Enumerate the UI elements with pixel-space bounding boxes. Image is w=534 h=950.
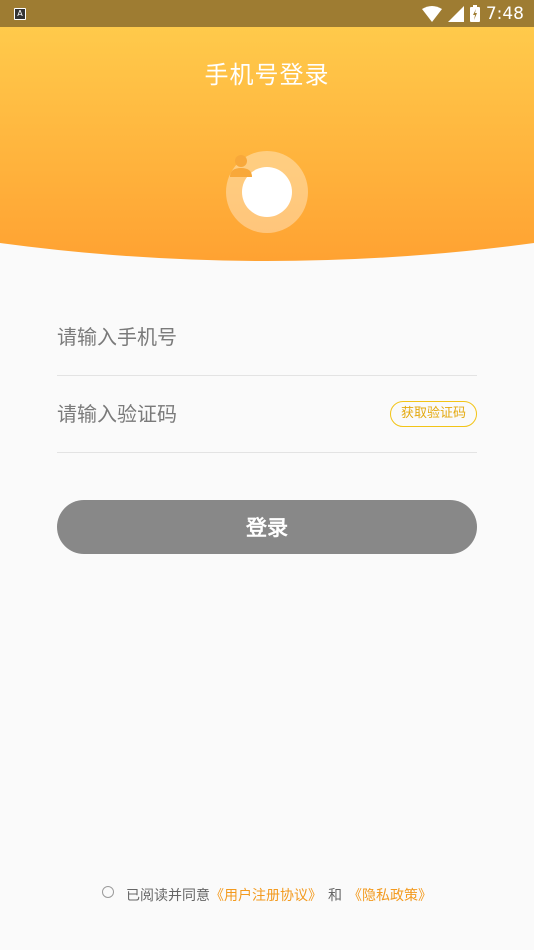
login-button[interactable]: 登录 bbox=[57, 500, 477, 554]
agreement-row: 已阅读并同意 《用户注册协议》 和 《隐私政策》 bbox=[0, 885, 534, 905]
battery-icon bbox=[469, 5, 480, 22]
verification-code-input[interactable] bbox=[57, 402, 357, 426]
phone-input[interactable] bbox=[57, 325, 357, 349]
user-agreement-link[interactable]: 《用户注册协议》 bbox=[210, 885, 322, 905]
notification-a-icon: A bbox=[14, 7, 26, 20]
status-bar: A 7:48 bbox=[0, 0, 534, 27]
privacy-policy-link[interactable]: 《隐私政策》 bbox=[348, 885, 432, 905]
agreement-connector: 和 bbox=[328, 888, 342, 904]
page-title: 手机号登录 bbox=[204, 61, 330, 89]
agree-radio[interactable] bbox=[102, 886, 114, 898]
signal-icon bbox=[447, 5, 464, 22]
header-banner: 手机号登录 bbox=[0, 27, 534, 267]
phone-row bbox=[57, 299, 477, 376]
user-icon bbox=[230, 155, 252, 177]
status-time: 7:48 bbox=[485, 3, 524, 24]
code-row: 获取验证码 bbox=[57, 376, 477, 453]
agreement-prefix: 已阅读并同意 bbox=[126, 888, 210, 904]
avatar bbox=[226, 151, 308, 233]
wifi-icon bbox=[421, 5, 442, 22]
get-code-button[interactable]: 获取验证码 bbox=[389, 401, 477, 427]
